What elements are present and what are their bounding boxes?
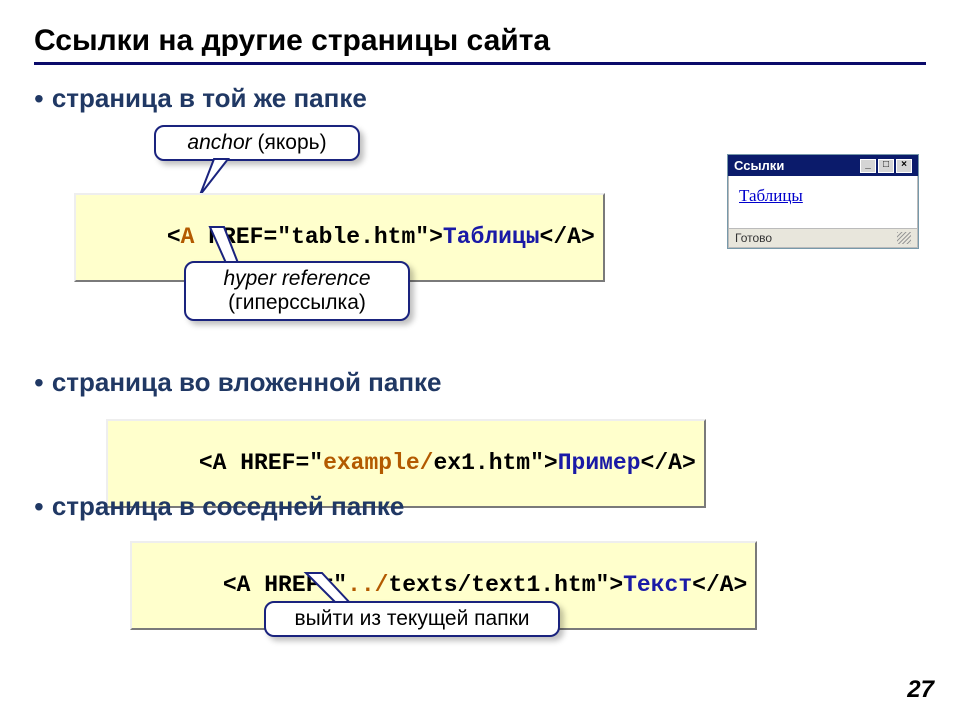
- callout-exit-text: выйти из текущей папки: [295, 607, 530, 630]
- code2-close: </A>: [641, 450, 696, 476]
- code3-close: </A>: [692, 572, 747, 598]
- callout-href: hyper reference (гиперссылка): [184, 261, 410, 321]
- maximize-icon[interactable]: □: [878, 159, 894, 173]
- code1-a: A: [181, 224, 195, 250]
- section-sibling-folder: • страница в соседней папке <A HREF="../…: [34, 491, 926, 661]
- callout-anchor-paren: (якорь): [252, 131, 327, 154]
- page-title: Ссылки на другие страницы сайта: [34, 24, 926, 58]
- bullet-3-text: страница в соседней папке: [52, 491, 405, 522]
- page-number: 27: [907, 676, 934, 704]
- bullet-2-text: страница во вложенной папке: [52, 367, 442, 398]
- minimize-icon[interactable]: _: [860, 159, 876, 173]
- callout-href-line2: (гиперссылка): [202, 291, 392, 315]
- bullet-1: • страница в той же папке: [34, 83, 926, 114]
- mini-statusbar: Готово: [728, 229, 918, 248]
- code1-open: <: [167, 224, 181, 250]
- code3-file: texts/text1.htm">: [388, 572, 623, 598]
- section-nested-folder: • страница во вложенной папке <A HREF="e…: [34, 367, 926, 487]
- mini-titlebar: Ссылки _ □ ×: [728, 155, 918, 176]
- code1-close: </A>: [540, 224, 595, 250]
- callout-anchor: anchor (якорь): [154, 125, 360, 161]
- mini-window-buttons: _ □ ×: [860, 159, 912, 173]
- mini-title: Ссылки: [734, 158, 784, 173]
- callout-href-line1: hyper reference: [202, 267, 392, 291]
- code2-linktext: Пример: [558, 450, 641, 476]
- code3-linktext: Текст: [623, 572, 692, 598]
- bullet-dot-icon: •: [34, 493, 44, 521]
- bullet-3: • страница в соседней папке: [34, 491, 926, 522]
- resize-grip-icon[interactable]: [897, 232, 911, 244]
- code2-file: ex1.htm">: [433, 450, 557, 476]
- mini-browser-window: Ссылки _ □ × Таблицы Готово: [728, 155, 918, 248]
- slide: Ссылки на другие страницы сайта • страни…: [0, 0, 960, 720]
- code2-path: example/: [323, 450, 433, 476]
- code2-pre: <A HREF=": [199, 450, 323, 476]
- callout-anchor-main: anchor: [187, 131, 251, 154]
- bullet-2: • страница во вложенной папке: [34, 367, 926, 398]
- close-icon[interactable]: ×: [896, 159, 912, 173]
- bullet-dot-icon: •: [34, 85, 44, 113]
- mini-body: Таблицы: [728, 176, 918, 229]
- mini-link[interactable]: Таблицы: [739, 186, 803, 205]
- title-divider: [34, 62, 926, 65]
- code1-linktext: Таблицы: [443, 224, 540, 250]
- bullet-1-text: страница в той же папке: [52, 83, 367, 114]
- callout-exit: выйти из текущей папки: [264, 601, 560, 637]
- bullet-dot-icon: •: [34, 369, 44, 397]
- mini-status-text: Готово: [735, 231, 772, 245]
